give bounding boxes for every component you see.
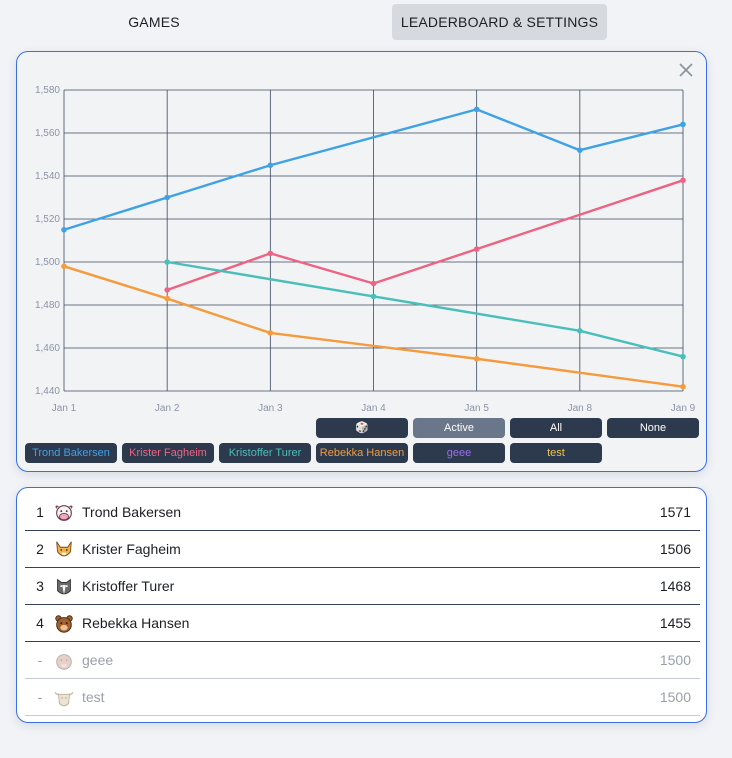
y-tick-label: 1,500 <box>35 257 60 268</box>
rank: 3 <box>36 578 44 594</box>
leaderboard-row[interactable]: 4 Rebekka Hansen 1455 <box>25 605 700 642</box>
data-point <box>680 121 686 128</box>
all-filter-button[interactable]: All <box>510 418 602 438</box>
active-filter-button[interactable]: Active <box>413 418 505 438</box>
series-line <box>166 260 684 358</box>
y-tick-label: 1,540 <box>35 171 60 182</box>
x-tick-label: Jan 1 <box>52 403 77 414</box>
rating-chart-card: 1,440 1,460 1,480 1,500 1,520 1,540 1,560 1,580… <box>16 51 707 472</box>
player-name: test <box>82 689 105 705</box>
player-name: Rebekka Hansen <box>82 615 190 631</box>
bear-icon <box>55 615 73 633</box>
close-icon[interactable] <box>676 60 696 80</box>
data-point <box>473 106 480 113</box>
rank: 1 <box>36 504 44 520</box>
player-name: geee <box>82 652 114 668</box>
player-toggle-trond[interactable]: Trond Bakersen <box>25 443 117 463</box>
data-point <box>164 287 170 293</box>
player-name: Kristoffer Turer <box>82 578 175 594</box>
x-tick-label: Jan 9 <box>671 403 696 414</box>
data-point <box>370 293 377 300</box>
player-name: Trond Bakersen <box>82 504 182 520</box>
player-toggle-test[interactable]: test <box>510 443 602 463</box>
rank: 4 <box>36 615 44 631</box>
data-point <box>267 330 274 336</box>
y-tick-label: 1,520 <box>35 214 60 225</box>
player-rating: 1506 <box>659 541 691 557</box>
leaderboard-row[interactable]: - geee 1500 <box>25 642 700 679</box>
top-tabs: GAMES LEADERBOARD & SETTINGS <box>0 4 732 40</box>
cow-icon <box>55 505 73 521</box>
dice-button[interactable]: 🎲 <box>316 418 408 438</box>
leaderboard-row[interactable]: 3 Kristoffer Turer 1468 <box>25 568 700 605</box>
data-point <box>267 250 274 257</box>
rank: 2 <box>36 541 44 557</box>
y-tick-label: 1,460 <box>35 343 60 354</box>
x-tick-label: Jan 5 <box>464 403 489 414</box>
data-point <box>164 194 170 201</box>
series-line <box>166 179 684 292</box>
player-toggle-rebekka[interactable]: Rebekka Hansen <box>316 443 408 463</box>
data-point <box>267 162 274 169</box>
x-tick-label: Jan 4 <box>361 403 386 414</box>
player-toggle-krister[interactable]: Krister Fagheim <box>122 443 214 463</box>
player-rating: 1468 <box>659 578 691 594</box>
mole-icon <box>56 654 72 670</box>
data-point <box>61 263 67 270</box>
dice-icon: 🎲 <box>355 422 369 434</box>
data-point <box>680 383 686 390</box>
data-point <box>370 280 377 287</box>
x-tick-label: Jan 3 <box>258 403 283 414</box>
data-point <box>164 259 170 265</box>
leaderboard-row[interactable]: - test 1500 <box>25 679 700 716</box>
data-point <box>680 177 686 184</box>
fox-icon <box>56 541 72 557</box>
player-rating: 1500 <box>659 652 691 668</box>
tab-games[interactable]: GAMES <box>108 4 200 40</box>
player-name: Krister Fagheim <box>82 541 181 557</box>
data-point <box>577 328 583 334</box>
y-tick-label: 1,560 <box>35 128 60 139</box>
tab-leaderboard-settings[interactable]: LEADERBOARD & SETTINGS <box>392 4 607 40</box>
data-point <box>473 246 480 252</box>
none-filter-button[interactable]: None <box>607 418 699 438</box>
data-point <box>680 353 686 360</box>
x-tick-label: Jan 2 <box>155 403 180 414</box>
player-toggle-geee[interactable]: geee <box>413 443 505 463</box>
ox-icon <box>54 692 74 707</box>
player-rating: 1571 <box>659 504 691 520</box>
player-toggle-kristoffer[interactable]: Kristoffer Turer <box>219 443 311 463</box>
leaderboard-card: 1 Trond Bakersen 1571 2 Krister Fagheim … <box>16 487 707 723</box>
rank: - <box>37 689 43 705</box>
data-point <box>164 295 170 302</box>
player-rating: 1455 <box>659 615 691 631</box>
dog-icon <box>57 578 71 595</box>
leaderboard-row[interactable]: 2 Krister Fagheim 1506 <box>25 531 700 568</box>
rank: - <box>37 652 43 668</box>
rating-line-chart: 1,440 1,460 1,480 1,500 1,520 1,540 1,560 1,580… <box>35 85 696 414</box>
y-tick-label: 1,440 <box>35 386 60 397</box>
leaderboard-row[interactable]: 1 Trond Bakersen 1571 <box>25 494 700 531</box>
player-rating: 1500 <box>659 689 691 705</box>
y-tick-label: 1,580 <box>35 85 60 96</box>
data-point <box>473 355 480 362</box>
data-point <box>577 147 583 153</box>
data-point <box>61 226 67 233</box>
y-tick-label: 1,480 <box>35 300 60 311</box>
x-tick-label: Jan 8 <box>568 403 593 414</box>
